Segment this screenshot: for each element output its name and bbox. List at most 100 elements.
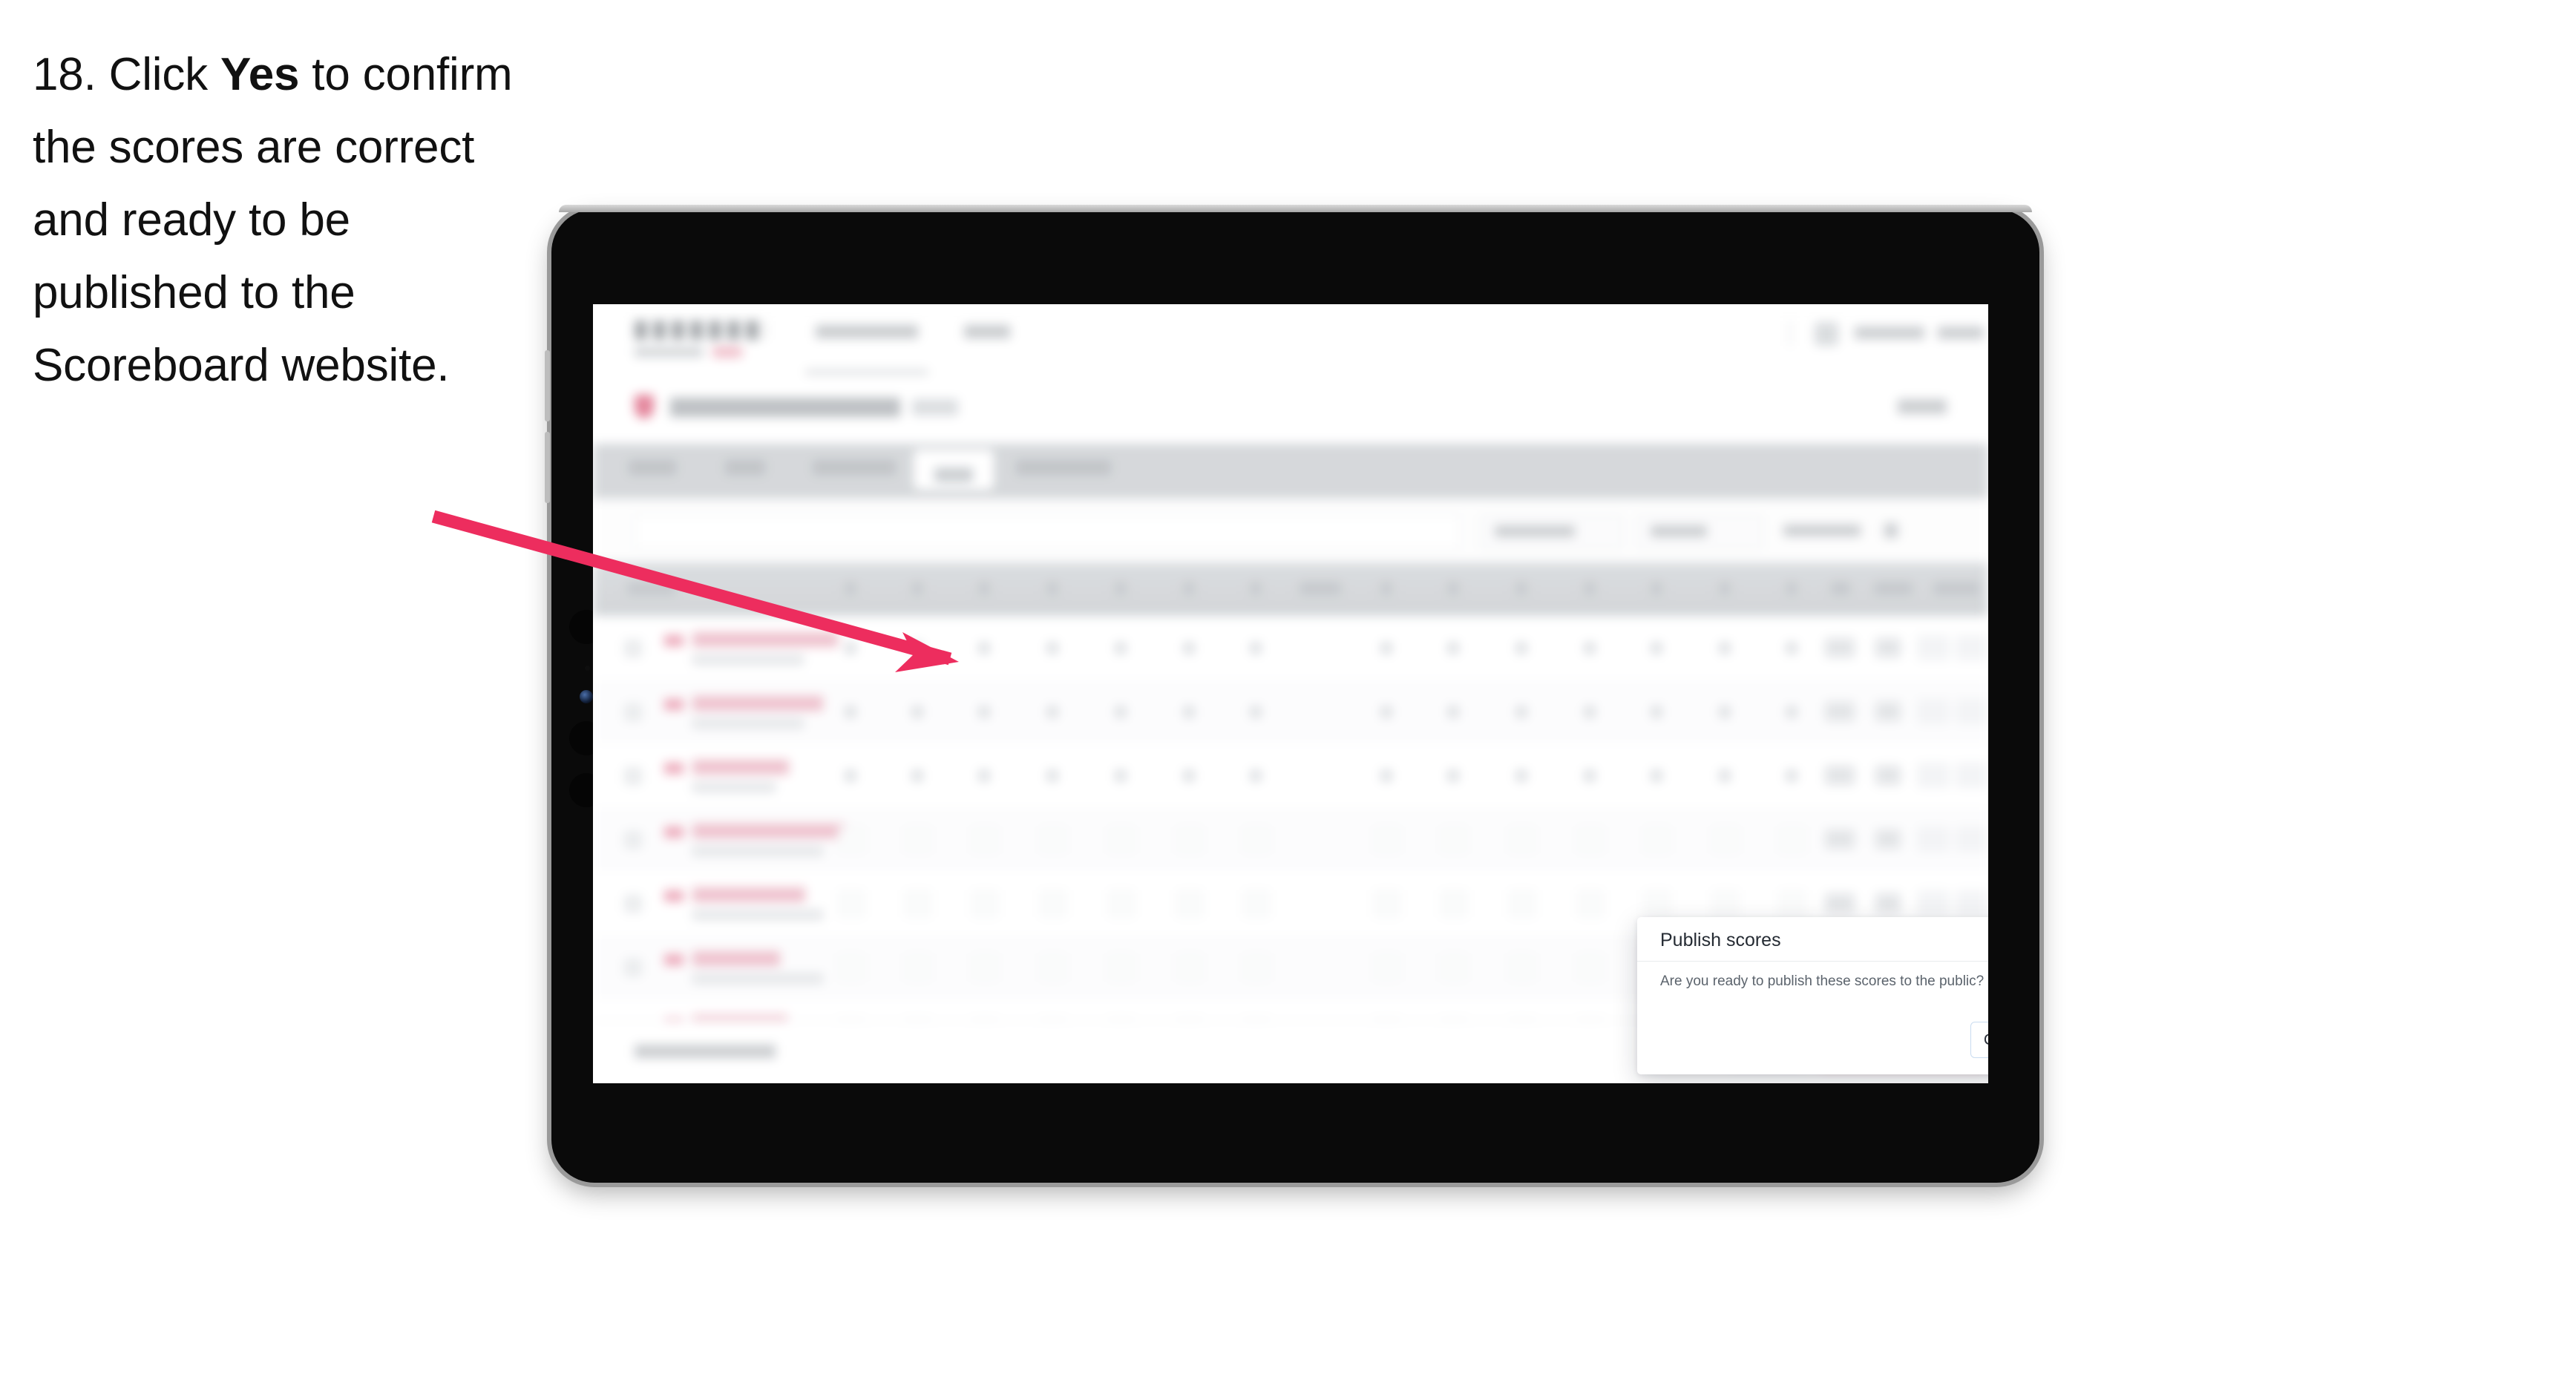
player-name: [692, 824, 845, 838]
table-row[interactable]: [593, 680, 1988, 744]
col-3: [979, 582, 989, 595]
tablet-screen: Publish scores Are you ready to publish …: [593, 304, 1988, 1083]
col-4: [1047, 582, 1058, 595]
event-title: [670, 398, 900, 417]
player-subtitle: [692, 910, 823, 920]
nav-item-teams[interactable]: [964, 325, 1010, 338]
tab-results-label: [934, 467, 973, 482]
row-pts: [1825, 638, 1855, 657]
player-subtitle: [692, 973, 823, 984]
event-header-row: [593, 375, 1988, 444]
table-row[interactable]: [593, 743, 1988, 808]
row-place: [1875, 893, 1901, 913]
filter-by-team-select[interactable]: [1481, 515, 1623, 549]
row-checkbox[interactable]: [624, 767, 642, 785]
row-points-a: [1917, 827, 1950, 852]
row-points-b: [1956, 763, 1988, 788]
row-points-b: [1956, 699, 1988, 724]
col-player: [627, 582, 676, 595]
shield-icon: [635, 395, 654, 418]
player-name: [692, 887, 805, 902]
flag-icon: [664, 954, 684, 965]
nav-active-indicator: [805, 370, 928, 375]
row-points-a: [1917, 890, 1950, 916]
flag-icon: [664, 699, 684, 710]
row-points-a: [1917, 699, 1950, 724]
col-total: [1300, 582, 1341, 595]
tab-courts-mats[interactable]: [813, 460, 896, 475]
col-14: [1786, 582, 1797, 595]
publish-scores-dialog: Publish scores Are you ready to publish …: [1637, 917, 1988, 1074]
col-12: [1651, 582, 1662, 595]
app-logo-badge: [712, 346, 743, 358]
dialog-header: Publish scores: [1637, 917, 1988, 962]
volume-down-button[interactable]: [545, 432, 550, 503]
avatar[interactable]: [1815, 322, 1838, 346]
flag-icon: [664, 890, 684, 901]
app-logo[interactable]: [635, 321, 765, 340]
signout-link[interactable]: [1938, 326, 1984, 339]
flag-icon: [664, 635, 684, 646]
row-checkbox[interactable]: [624, 959, 642, 976]
nav-item-tournaments[interactable]: [816, 325, 918, 338]
col-5: [1115, 582, 1126, 595]
row-pts: [1825, 702, 1855, 721]
col-8: [1381, 582, 1392, 595]
search-input[interactable]: [635, 515, 1460, 549]
register-label: [1651, 525, 1707, 537]
row-checkbox[interactable]: [624, 703, 642, 721]
col-6: [1184, 582, 1194, 595]
row-points-b: [1956, 890, 1988, 916]
col-place: [1874, 582, 1913, 595]
flag-icon: [664, 827, 684, 838]
tab-teams[interactable]: [725, 460, 765, 475]
table-row[interactable]: [593, 616, 1988, 680]
player-name: [692, 696, 823, 711]
app-header: [593, 304, 1988, 375]
camera-lens-secondary-icon: [580, 690, 593, 703]
player-subtitle: [692, 718, 804, 729]
chevron-down-icon[interactable]: [1884, 523, 1898, 538]
player-name: [692, 632, 838, 647]
tab-details[interactable]: [629, 460, 676, 475]
row-checkbox[interactable]: [624, 640, 642, 657]
row-checkbox[interactable]: [624, 895, 642, 913]
tab-results[interactable]: [914, 450, 994, 490]
row-pts: [1825, 893, 1855, 913]
col-11: [1584, 582, 1595, 595]
row-place: [1875, 830, 1901, 849]
col-13: [1720, 582, 1730, 595]
row-points-a: [1917, 635, 1950, 660]
instruction-post: to confirm the scores are correct and re…: [33, 49, 513, 391]
col-10: [1516, 582, 1527, 595]
tab-leaderboard[interactable]: [1016, 460, 1111, 475]
table-row[interactable]: [593, 807, 1988, 872]
col-9: [1448, 582, 1458, 595]
dialog-message: Are you ready to publish these scores to…: [1660, 973, 1985, 989]
col-points: [1933, 582, 1979, 595]
register-select[interactable]: [1636, 515, 1763, 549]
cancel-button[interactable]: Cancel: [1970, 1022, 1988, 1058]
event-action-link[interactable]: [1898, 399, 1947, 414]
team-entry-label[interactable]: [1783, 525, 1861, 536]
row-points-a: [1917, 763, 1950, 788]
flag-icon: [664, 763, 684, 774]
table-header: [593, 562, 1988, 616]
filter-by-team-label: [1495, 525, 1575, 537]
col-1: [845, 582, 856, 595]
instruction-text: 18. Click Yes to confirm the scores are …: [33, 39, 552, 402]
row-pts: [1825, 830, 1855, 849]
volume-up-button[interactable]: [545, 350, 550, 421]
camera-sensor-icon: [585, 666, 590, 671]
app-logo-subtitle: [635, 347, 703, 357]
tab-strip: [593, 444, 1988, 499]
dialog-title: Publish scores: [1660, 930, 1781, 950]
dialog-actions: Cancel Yes: [1970, 1022, 1988, 1058]
row-checkbox[interactable]: [624, 831, 642, 849]
event-year-badge: [912, 399, 958, 416]
row-pts: [1825, 766, 1855, 785]
row-place: [1875, 766, 1901, 785]
instruction-emphasis: Yes: [220, 49, 300, 100]
row-place: [1875, 702, 1901, 721]
player-subtitle: [692, 654, 804, 665]
